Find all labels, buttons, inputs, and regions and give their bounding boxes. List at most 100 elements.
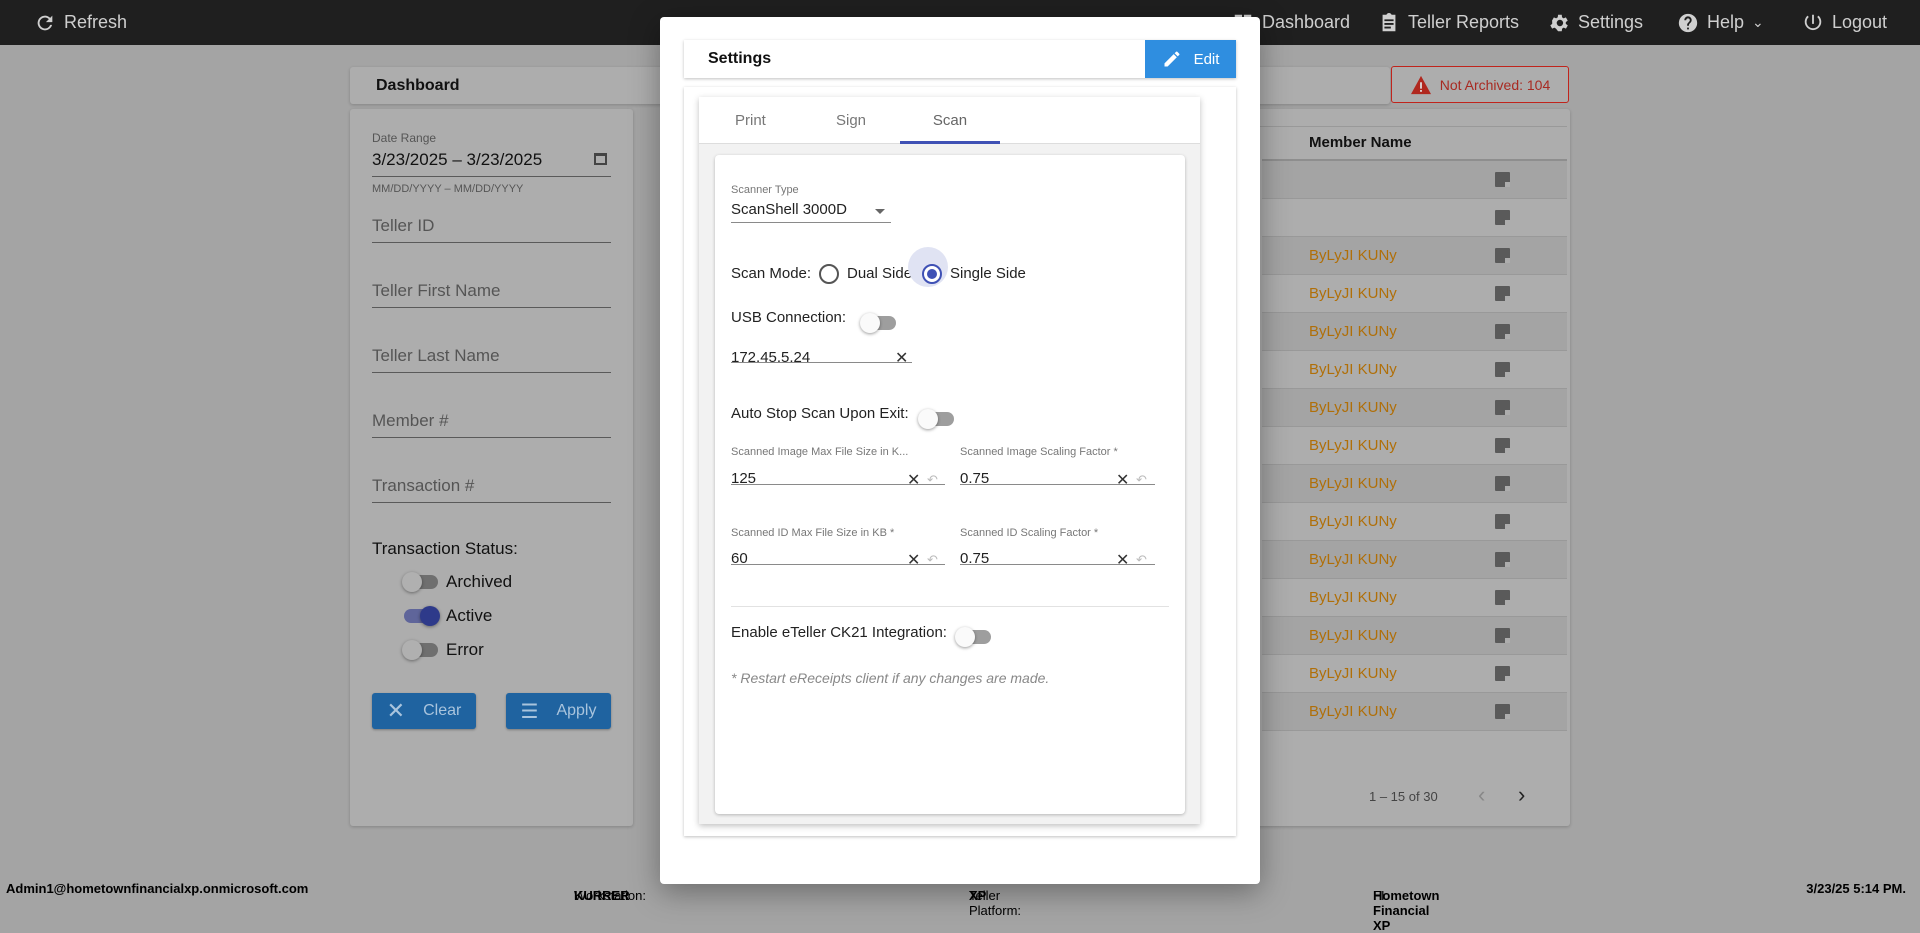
note-icon[interactable] — [1495, 324, 1510, 339]
refresh-label: Refresh — [64, 12, 128, 32]
member-name-cell: ByLyJI KUNy — [1309, 627, 1397, 644]
usb-connection-toggle[interactable] — [860, 313, 896, 333]
settings-title: Settings — [708, 50, 772, 67]
table-row[interactable]: ByLyJI KUNy — [1262, 275, 1567, 313]
table-row[interactable]: ByLyJI KUNy — [1262, 389, 1567, 427]
table-row[interactable]: ByLyJI KUNy — [1262, 465, 1567, 503]
footer-user: Admin1@hometownfinancialxp.onmicrosoft.c… — [6, 881, 309, 896]
member-name-cell: ByLyJI KUNy — [1309, 437, 1397, 454]
note-icon[interactable] — [1495, 666, 1510, 681]
refresh-button[interactable]: Refresh — [34, 0, 127, 45]
refresh-icon — [37, 15, 53, 30]
transaction-number-input[interactable]: Transaction # — [372, 476, 611, 503]
table-row[interactable]: ByLyJI KUNy — [1262, 313, 1567, 351]
archived-toggle[interactable] — [402, 572, 438, 592]
undo-id-max-icon[interactable]: ↶ — [927, 552, 938, 568]
note-icon[interactable] — [1495, 400, 1510, 415]
note-icon[interactable] — [1495, 704, 1510, 719]
edit-button[interactable]: Edit — [1145, 40, 1236, 78]
usb-connection-label: USB Connection: — [731, 309, 847, 326]
table-row[interactable]: ByLyJI KUNy — [1262, 427, 1567, 465]
tab-sign[interactable]: Sign — [836, 97, 866, 144]
table-row[interactable]: ByLyJI KUNy — [1262, 237, 1567, 275]
member-number-input[interactable]: Member # — [372, 411, 611, 438]
not-archived-badge[interactable]: Not Archived: 104 — [1391, 66, 1569, 103]
pagination-range: 1 – 15 of 30 — [1369, 789, 1438, 804]
table-row[interactable]: ByLyJI KUNy — [1262, 579, 1567, 617]
nav-teller-reports[interactable]: Teller Reports — [1378, 0, 1519, 45]
note-icon[interactable] — [1495, 286, 1510, 301]
clear-id-scale-icon[interactable]: ✕ — [1116, 550, 1129, 570]
note-icon[interactable] — [1495, 362, 1510, 377]
nav-logout[interactable]: Logout — [1802, 0, 1887, 45]
date-range-hint: MM/DD/YYYY – MM/DD/YYYY — [372, 183, 524, 195]
settings-dialog: Settings Edit Print Sign Scan Scanner Ty… — [660, 17, 1260, 884]
active-toggle[interactable] — [404, 606, 440, 626]
table-row[interactable] — [1262, 161, 1567, 199]
next-page-button[interactable]: › — [1518, 782, 1525, 808]
calendar-icon[interactable] — [594, 153, 607, 165]
single-side-label: Single Side — [950, 265, 1026, 282]
undo-image-max-icon[interactable]: ↶ — [927, 472, 938, 488]
table-row[interactable]: ByLyJI KUNy — [1262, 617, 1567, 655]
note-icon[interactable] — [1495, 552, 1510, 567]
teller-last-name-input[interactable]: Teller Last Name — [372, 346, 611, 373]
member-name-cell: ByLyJI KUNy — [1309, 285, 1397, 302]
scanner-type-select[interactable]: ScanShell 3000D — [731, 201, 847, 218]
table-row[interactable] — [1262, 199, 1567, 237]
table-row[interactable]: ByLyJI KUNy — [1262, 655, 1567, 693]
tab-scan[interactable]: Scan — [900, 97, 1000, 144]
page-title: Dashboard — [376, 77, 460, 94]
note-icon[interactable] — [1495, 514, 1510, 529]
clear-id-max-icon[interactable]: ✕ — [907, 550, 920, 570]
date-range-input[interactable]: 3/23/2025 – 3/23/2025 — [372, 150, 611, 177]
table-row[interactable]: ByLyJI KUNy — [1262, 541, 1567, 579]
scanner-type-label: Scanner Type — [731, 184, 799, 196]
id-max-size-label: Scanned ID Max File Size in KB * — [731, 527, 895, 539]
single-side-radio[interactable] — [922, 264, 942, 284]
clear-image-max-icon[interactable]: ✕ — [907, 470, 920, 490]
nav-help-label: Help — [1707, 12, 1745, 32]
note-icon[interactable] — [1495, 590, 1510, 605]
eteller-integration-label: Enable eTeller CK21 Integration: — [731, 624, 947, 641]
clear-image-scale-icon[interactable]: ✕ — [1116, 470, 1129, 490]
note-icon[interactable] — [1495, 476, 1510, 491]
note-icon[interactable] — [1495, 438, 1510, 453]
footer-datetime: 3/23/25 5:14 PM. — [1806, 881, 1906, 896]
teller-id-input[interactable]: Teller ID — [372, 216, 611, 243]
apply-button[interactable]: ☰ Apply — [506, 693, 611, 729]
table-row[interactable]: ByLyJI KUNy — [1262, 693, 1567, 731]
tab-print[interactable]: Print — [735, 97, 766, 144]
auto-stop-toggle[interactable] — [918, 409, 954, 429]
member-name-cell: ByLyJI KUNy — [1309, 551, 1397, 568]
caret-down-icon[interactable] — [875, 209, 885, 214]
clear-ip-icon[interactable]: ✕ — [895, 348, 908, 368]
eteller-integration-toggle[interactable] — [955, 627, 991, 647]
ip-address-input[interactable]: 172.45.5.24 — [731, 349, 810, 366]
edit-label: Edit — [1193, 50, 1220, 68]
clear-label: Clear — [423, 702, 462, 719]
teller-first-name-input[interactable]: Teller First Name — [372, 281, 611, 308]
prev-page-button[interactable]: ‹ — [1478, 782, 1485, 808]
note-icon[interactable] — [1495, 248, 1510, 263]
note-icon[interactable] — [1495, 628, 1510, 643]
table-row[interactable]: ByLyJI KUNy — [1262, 503, 1567, 541]
clear-button[interactable]: ✕ Clear — [372, 693, 476, 729]
nav-help[interactable]: Help ⌄ — [1677, 0, 1764, 45]
undo-image-scale-icon[interactable]: ↶ — [1136, 472, 1147, 488]
clipboard-icon — [1382, 12, 1396, 31]
dual-side-radio[interactable] — [819, 264, 839, 284]
apply-label: Apply — [556, 702, 597, 719]
member-name-header[interactable]: Member Name — [1309, 134, 1412, 151]
member-name-cell: ByLyJI KUNy — [1309, 589, 1397, 606]
nav-settings[interactable]: Settings — [1548, 0, 1643, 45]
note-icon[interactable] — [1495, 172, 1510, 187]
nav-teller-reports-label: Teller Reports — [1408, 12, 1520, 32]
error-label: Error — [446, 640, 484, 659]
undo-id-scale-icon[interactable]: ↶ — [1136, 552, 1147, 568]
table-row[interactable]: ByLyJI KUNy — [1262, 351, 1567, 389]
error-toggle[interactable] — [402, 640, 438, 660]
nav-dashboard-label: Dashboard — [1262, 12, 1351, 32]
note-icon[interactable] — [1495, 210, 1510, 225]
divider — [731, 606, 1169, 607]
